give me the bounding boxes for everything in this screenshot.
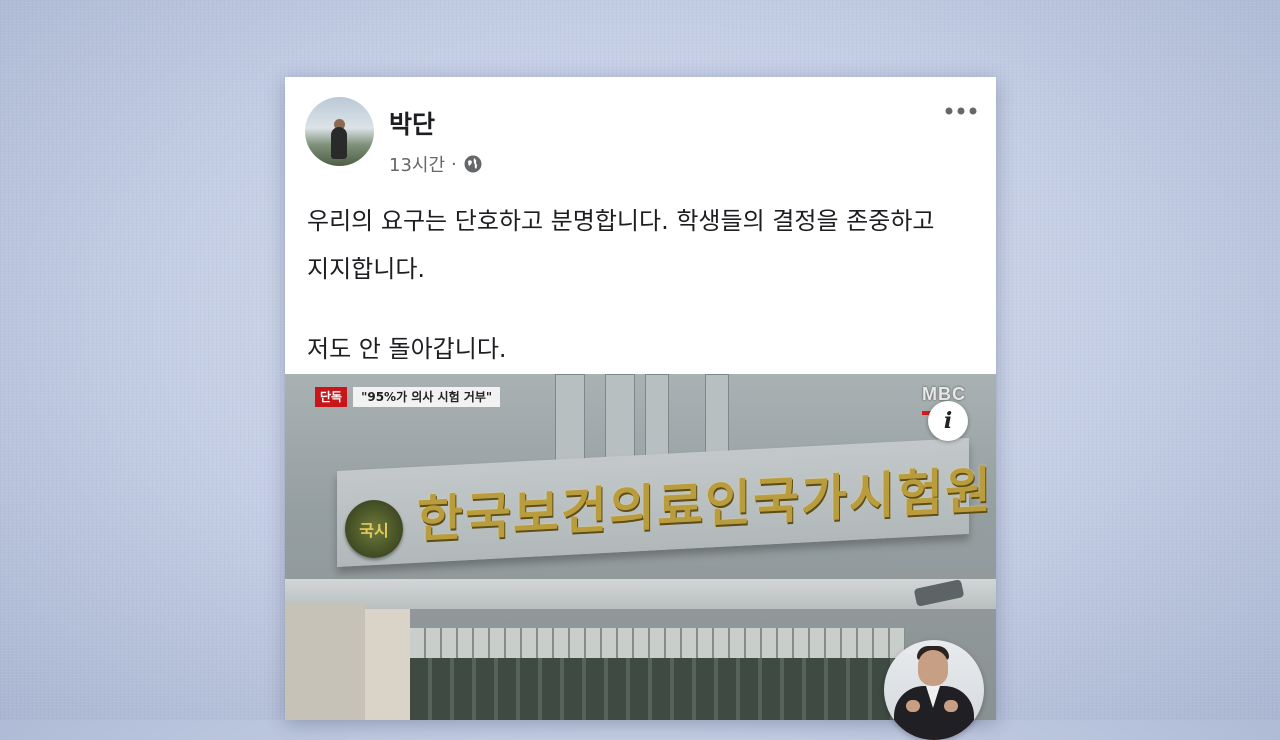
post-header: 박단 13시간 · (285, 77, 996, 176)
building-side-wall (365, 609, 410, 720)
interpreter-head (918, 650, 948, 686)
interpreter-hand (944, 700, 958, 712)
avatar[interactable] (305, 97, 374, 166)
facebook-post-card: 박단 13시간 · 우리의 요구는 단호하고 분명합니다. 학생들의 결정을 존… (285, 77, 996, 720)
globe-icon (464, 155, 482, 173)
more-horizontal-icon[interactable] (944, 103, 978, 119)
post-text-line: 저도 안 돌아갑니다. (307, 335, 507, 363)
news-caption: 단독 "95%가 의사 시험 거부" (315, 387, 501, 407)
avatar-person-body (331, 127, 347, 159)
building-pillar (645, 374, 669, 466)
post-text-line: 지지합니다. (307, 255, 426, 283)
entrance-grille (410, 628, 905, 658)
emblem-text: 국시 (359, 521, 389, 540)
post-text-line: 우리의 요구는 단호하고 분명합니다. 학생들의 결정을 존중하고 (307, 207, 935, 235)
exclusive-tag: 단독 (315, 387, 348, 407)
post-body: 우리의 요구는 단호하고 분명합니다. 학생들의 결정을 존중하고 지지합니다.… (307, 197, 977, 373)
building-pillar (555, 374, 585, 466)
info-icon[interactable]: i (928, 401, 968, 441)
caption-headline: "95%가 의사 시험 거부" (353, 387, 501, 407)
building-pillar (605, 374, 635, 466)
interpreter-hand (906, 700, 920, 712)
sign-language-interpreter (884, 640, 984, 740)
post-timestamp[interactable]: 13시간 (389, 151, 445, 177)
entrance-canopy (285, 579, 996, 609)
author-name[interactable]: 박단 (389, 105, 435, 141)
post-meta: 13시간 · (389, 151, 483, 177)
meta-separator: · (451, 153, 457, 175)
building-side-wall (285, 604, 365, 720)
